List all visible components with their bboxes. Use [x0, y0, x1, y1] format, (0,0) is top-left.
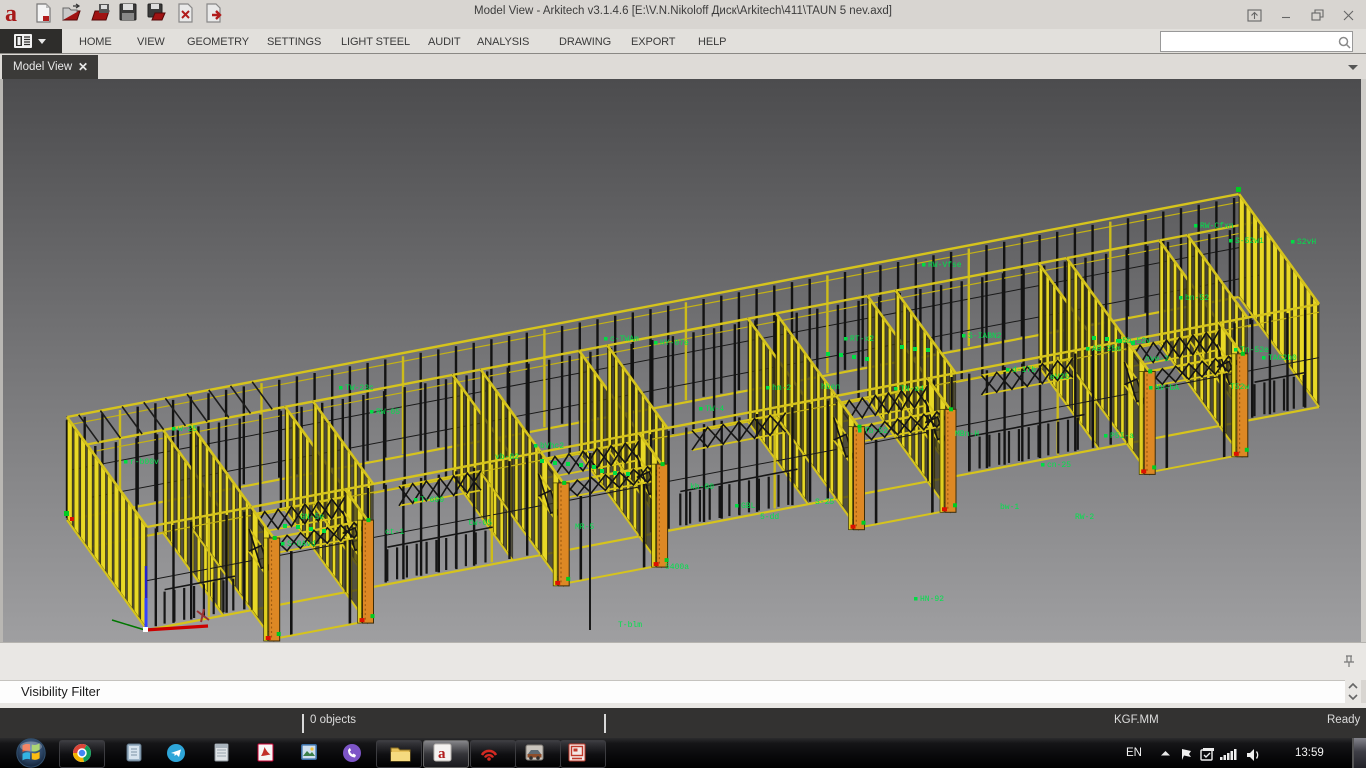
svg-text:bVhc2: bVhc2 — [540, 442, 564, 451]
svg-text:TN-a4: TN-a4 — [900, 385, 924, 394]
svg-text:GN-5e: GN-5e — [300, 513, 324, 522]
svg-text:a: a — [5, 1, 17, 27]
svg-text:RT-x2: RT-x2 — [850, 335, 874, 344]
svg-text:TW-23c: TW-23c — [345, 384, 374, 393]
svg-text:TW-4: TW-4 — [705, 405, 724, 414]
svg-text:tw-05: tw-05 — [468, 519, 492, 528]
svg-text:5b-52v: 5b-52v — [1122, 337, 1151, 346]
svg-text:S-52w1: S-52w1 — [1235, 237, 1264, 246]
svg-text:RW-05: RW-05 — [376, 408, 400, 417]
svg-text:HN-92: HN-92 — [920, 595, 944, 604]
svg-text:bw-1: bw-1 — [1000, 503, 1019, 512]
svg-text:MR-5: MR-5 — [575, 523, 594, 532]
svg-text:T-blm: T-blm — [618, 621, 642, 630]
svg-text:ct-1: ct-1 — [385, 528, 404, 537]
svg-text:hben: hben — [821, 383, 840, 392]
svg-text:a: a — [438, 746, 446, 762]
svg-text:TAC2b0: TAC2b0 — [1268, 354, 1297, 363]
svg-text:bn-52: bn-52 — [1185, 294, 1209, 303]
svg-text:nve-2: nve-2 — [1145, 355, 1169, 364]
svg-text:w-25: w-25 — [178, 425, 197, 434]
svg-text:NV-bA: NV-bA — [1155, 384, 1179, 393]
svg-text:MBn-H: MBn-H — [955, 430, 979, 439]
svg-text:S2vH: S2vH — [1297, 238, 1316, 247]
svg-text:Tb-52: Tb-52 — [864, 427, 888, 436]
svg-text:AB-35m: AB-35m — [1092, 345, 1121, 354]
svg-text:5-dd: 5-dd — [760, 513, 779, 522]
svg-text:r-b00v: r-b00v — [130, 458, 159, 467]
svg-text:cn-25: cn-25 — [1047, 461, 1071, 470]
svg-text:T-600: T-600 — [420, 496, 444, 505]
svg-text:d-17b: d-17b — [1012, 366, 1036, 375]
svg-text:kb-00: kb-00 — [690, 483, 714, 492]
svg-text:RW-2: RW-2 — [1075, 513, 1094, 522]
svg-text:T52w: T52w — [1230, 383, 1249, 392]
svg-text:vb-02: vb-02 — [495, 453, 519, 462]
svg-text:5400a: 5400a — [665, 563, 689, 572]
svg-text:eV25: eV25 — [1050, 373, 1069, 382]
svg-text:S-25: S-25 — [815, 498, 834, 507]
svg-text:GBL: GBL — [741, 502, 756, 511]
svg-text:Tn-52e: Tn-52e — [1240, 346, 1269, 355]
svg-text:RW-Cfxn: RW-Cfxn — [1200, 222, 1234, 231]
svg-text:hm-2: hm-2 — [772, 384, 791, 393]
svg-text:S-0Avd: S-0Avd — [287, 540, 316, 549]
svg-text:RW-Vfse: RW-Vfse — [928, 261, 962, 270]
svg-text:HY-07e: HY-07e — [660, 339, 689, 348]
svg-text:S-IABN2: S-IABN2 — [968, 332, 1002, 341]
svg-text:P5I-a: P5I-a — [1110, 432, 1134, 441]
svg-text:c-TWAm: c-TWAm — [610, 335, 639, 344]
